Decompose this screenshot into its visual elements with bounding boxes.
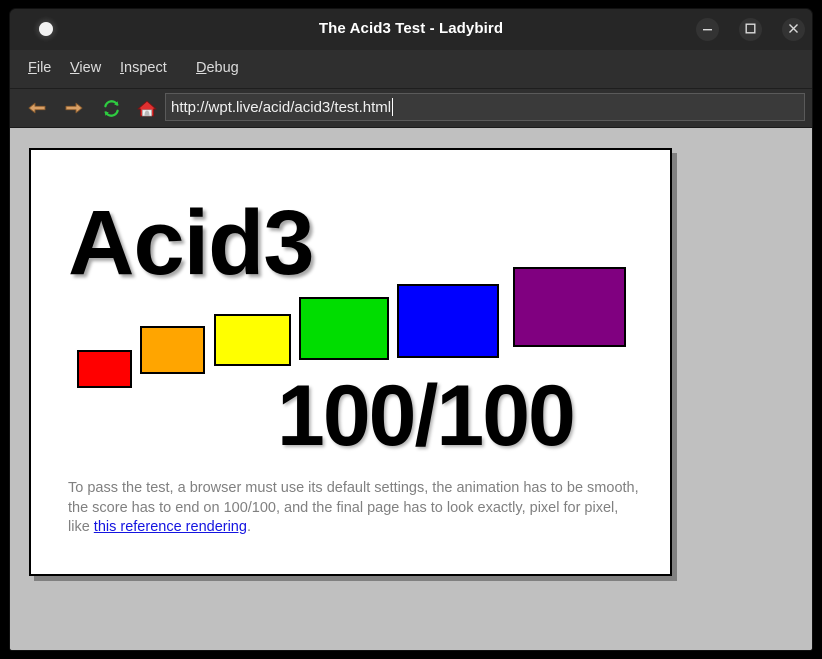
- acid3-description: To pass the test, a browser must use its…: [68, 479, 643, 538]
- window-title: The Acid3 Test - Ladybird: [10, 20, 812, 37]
- menu-accel-debug: D: [196, 60, 206, 76]
- rect-yellow: [214, 314, 291, 366]
- url-input[interactable]: http://wpt.live/acid/acid3/test.html: [166, 99, 391, 116]
- forward-button[interactable]: [61, 95, 87, 121]
- reload-button[interactable]: [98, 95, 124, 121]
- home-icon: [137, 99, 157, 118]
- menu-bar: File View Inspect Debug: [10, 50, 812, 89]
- menu-item-debug[interactable]: Debug: [193, 59, 242, 77]
- text-caret: [392, 98, 393, 116]
- acid3-heading: Acid3: [68, 197, 314, 289]
- browser-viewport[interactable]: Acid3 100/100 To pass the test, a browse…: [10, 128, 812, 651]
- home-button[interactable]: [134, 95, 160, 121]
- url-bar[interactable]: http://wpt.live/acid/acid3/test.html: [165, 93, 805, 121]
- menu-label-debug: ebug: [206, 60, 238, 76]
- minimize-button[interactable]: [696, 18, 719, 41]
- rect-purple: [513, 267, 626, 347]
- menu-accel-file: F: [28, 60, 37, 76]
- rect-red: [77, 350, 132, 388]
- maximize-icon: [745, 23, 756, 34]
- forward-arrow-icon: [64, 100, 84, 116]
- menu-accel-view: V: [70, 60, 79, 76]
- acid3-score: 100/100: [277, 373, 574, 459]
- description-text-suffix: .: [247, 519, 251, 535]
- close-icon: [788, 23, 799, 34]
- navigation-toolbar: http://wpt.live/acid/acid3/test.html: [10, 89, 812, 128]
- reference-rendering-link[interactable]: this reference rendering: [94, 519, 247, 535]
- title-bar[interactable]: The Acid3 Test - Ladybird: [10, 9, 812, 50]
- rect-green: [299, 297, 389, 360]
- rect-blue: [397, 284, 499, 358]
- acid3-test-page: Acid3 100/100 To pass the test, a browse…: [29, 148, 672, 576]
- browser-window: The Acid3 Test - Ladybird File View Insp…: [9, 8, 813, 651]
- minimize-icon: [702, 23, 713, 34]
- back-button[interactable]: [24, 95, 50, 121]
- menu-item-inspect[interactable]: Inspect: [117, 59, 170, 77]
- close-button[interactable]: [782, 18, 805, 41]
- menu-item-view[interactable]: View: [67, 59, 104, 77]
- menu-item-file[interactable]: File: [25, 59, 54, 77]
- menu-label-file: ile: [37, 60, 52, 76]
- rect-orange: [140, 326, 205, 374]
- menu-label-view: iew: [79, 60, 101, 76]
- reload-icon: [102, 99, 121, 118]
- menu-label-inspect: nspect: [124, 60, 167, 76]
- maximize-button[interactable]: [739, 18, 762, 41]
- back-arrow-icon: [27, 100, 47, 116]
